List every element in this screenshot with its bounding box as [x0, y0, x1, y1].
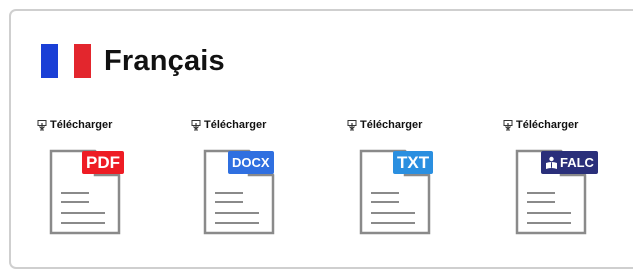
language-title: Français	[104, 44, 225, 77]
download-label: Télécharger	[50, 119, 113, 131]
format-badge-pdf: PDF	[82, 151, 124, 174]
download-txt: Télécharger TXT	[347, 119, 487, 259]
download-icon	[37, 119, 47, 130]
flag-stripe-blue	[41, 44, 58, 78]
language-header: Français	[41, 44, 225, 78]
format-badge-falc-label: FALC	[560, 155, 594, 170]
flag-stripe-red	[74, 44, 92, 78]
download-icon	[191, 119, 201, 130]
download-docx: Télécharger DOCX	[191, 119, 331, 259]
format-badge-falc: FALC	[541, 151, 598, 174]
format-badge-txt: TXT	[393, 151, 434, 174]
download-label: Télécharger	[516, 119, 579, 131]
download-icon	[503, 119, 513, 130]
download-icon	[347, 119, 357, 130]
format-badge-docx: DOCX	[228, 151, 274, 174]
flag-stripe-white	[57, 44, 75, 78]
language-card: Français Télécharger PDF Télécharger DOC…	[9, 9, 633, 269]
download-link-txt[interactable]: Télécharger	[347, 119, 487, 131]
easy-to-read-logo-icon	[546, 156, 557, 169]
download-link-pdf[interactable]: Télécharger	[37, 119, 177, 131]
download-link-falc[interactable]: Télécharger	[503, 119, 633, 131]
french-flag-icon	[41, 44, 92, 78]
download-label: Télécharger	[360, 119, 423, 131]
download-label: Télécharger	[204, 119, 267, 131]
download-falc: Télécharger FALC	[503, 119, 633, 259]
download-pdf: Télécharger PDF	[37, 119, 177, 259]
download-link-docx[interactable]: Télécharger	[191, 119, 331, 131]
